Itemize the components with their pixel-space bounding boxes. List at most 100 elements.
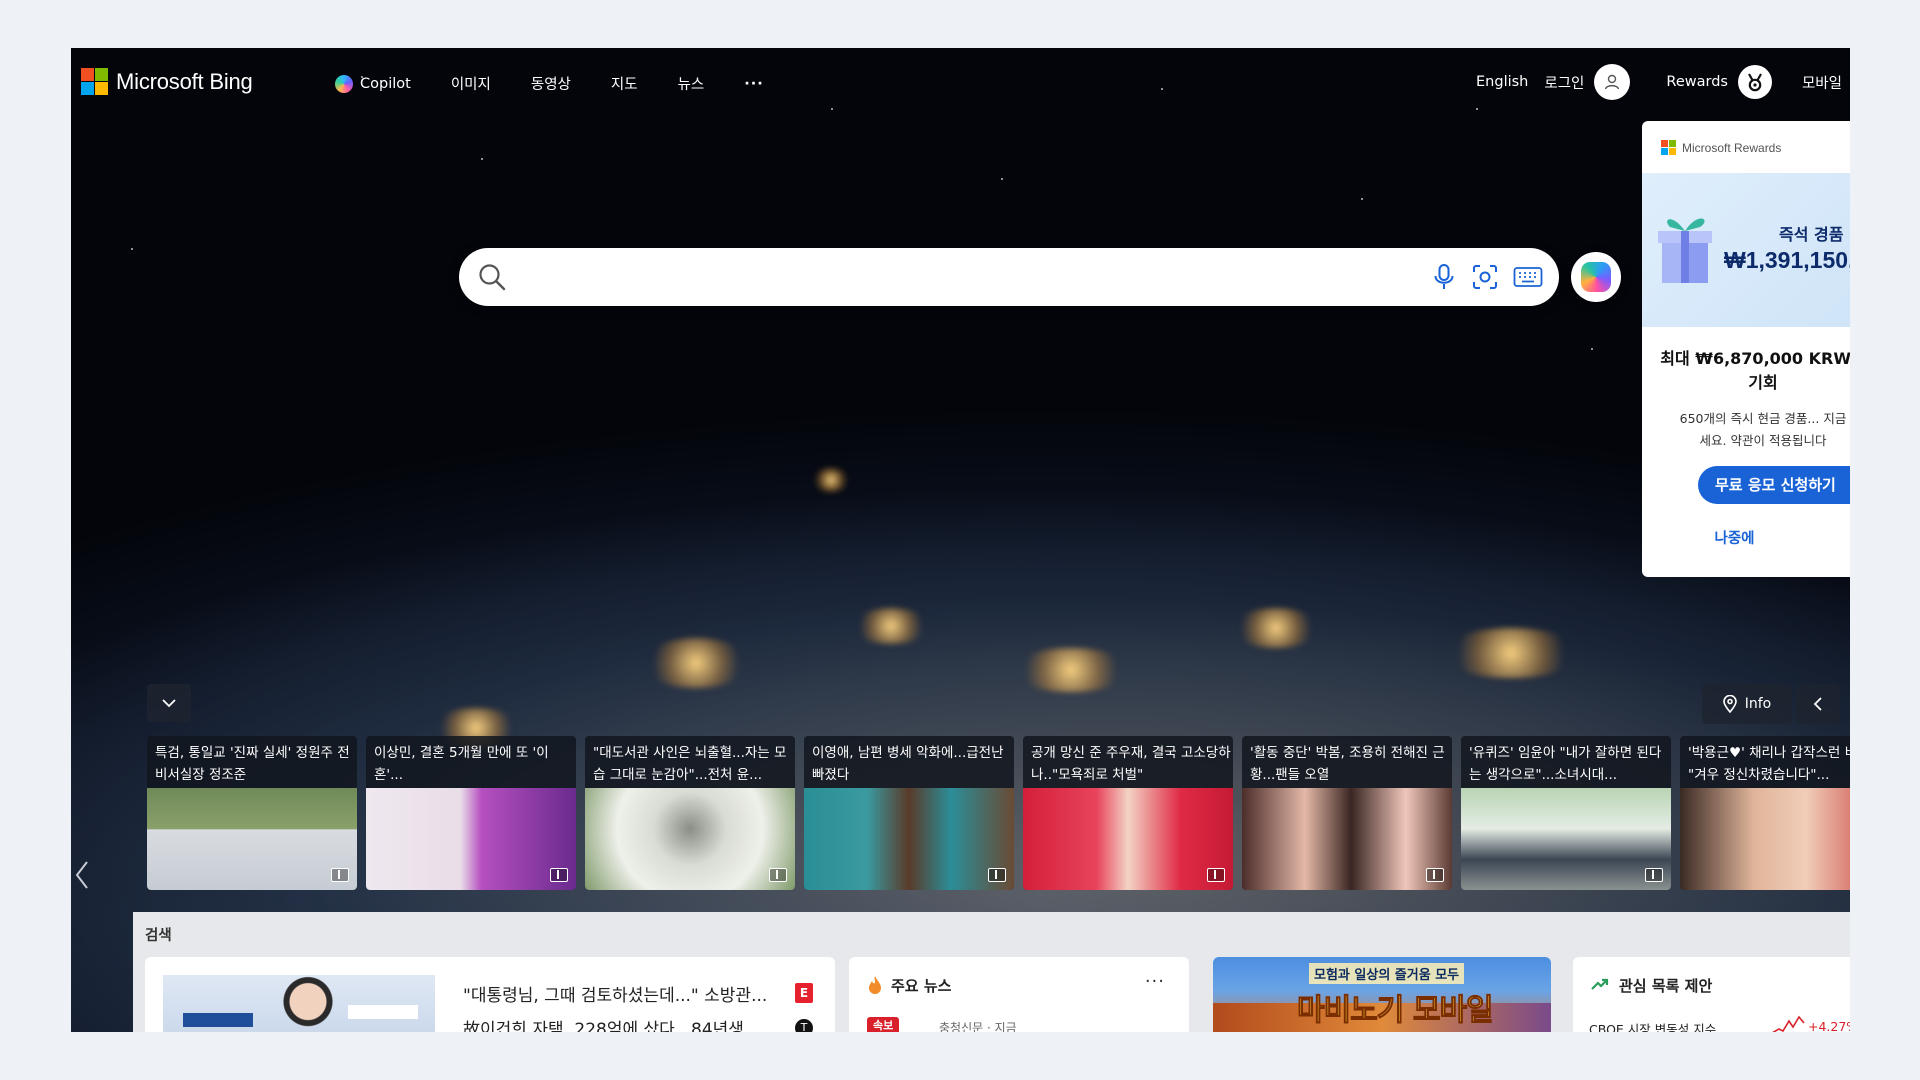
more-menu-button[interactable]: ··· [744, 76, 764, 92]
city-lights [1011, 648, 1131, 692]
news-card[interactable]: "대도서관 사인은 뇌출혈...자는 모습 그대로 눈감아"...전처 윤... [585, 736, 795, 890]
rewards-desc-line: 650개의 즉시 현금 경품... 지금 [1679, 411, 1847, 426]
later-link[interactable]: 나중에 [1642, 527, 1827, 548]
breaking-badge: 속보 [867, 1017, 900, 1032]
enter-free-button[interactable]: 무료 응모 신청하기 [1698, 466, 1850, 504]
copilot-button[interactable] [1571, 252, 1621, 302]
location-pin-icon [1722, 695, 1737, 713]
star-decoration [481, 158, 483, 160]
rewards-button[interactable]: Rewards [1666, 65, 1772, 99]
chevron-left-icon [75, 861, 88, 889]
user-avatar-icon [1594, 64, 1631, 100]
mobile-link[interactable]: 모바일 [1802, 72, 1842, 93]
search-tools [1431, 263, 1543, 295]
instant-prize-label: 즉석 경품 [1779, 225, 1844, 244]
search-icon[interactable] [477, 262, 507, 296]
nav-label: 뉴스 [677, 77, 705, 93]
nav-copilot[interactable]: Copilot [335, 74, 411, 93]
reader-icon [988, 868, 1006, 882]
sparkline-icon [1772, 1015, 1805, 1032]
search-box [459, 248, 1559, 306]
watchlist-card[interactable]: 관심 목록 제안 CBOE 시장 변동성 지수 +4.27% [1573, 957, 1850, 1032]
visual-search-icon[interactable] [1471, 263, 1499, 295]
reader-icon [1426, 868, 1444, 882]
headline-card[interactable]: "대통령님, 그때 검토하셨는데..." 소방관... 故이건희 자택, 228… [145, 957, 835, 1032]
rewards-medal-icon [1737, 65, 1772, 99]
feed-section-label: 검색 [145, 928, 172, 944]
city-lights [641, 638, 751, 688]
news-card[interactable]: '박용근♥' 채리나 갑작스런 비보 "겨우 정신차렸습니다"... [1680, 736, 1850, 890]
collapse-news-button[interactable] [147, 684, 191, 722]
news-card[interactable]: 이상민, 결혼 5개월 만에 또 '이혼'... [366, 736, 576, 890]
rewards-title: 최대 ₩6,870,000 KRW의 기회 [1658, 347, 1850, 395]
mobile-label: 모바일 [1801, 75, 1842, 92]
content-feed: 검색 "대통령님, 그때 검토하셨는데..." 소방관... 故이건희 자택, … [133, 912, 1850, 1032]
search-input[interactable] [523, 260, 1343, 294]
headline-link[interactable]: 故이건희 자택, 228억에 샀다...84년생... [463, 1015, 760, 1032]
ad-tagline: 모험과 일상의 즐거움 모두 [1309, 963, 1465, 984]
nav-label: 지도 [610, 77, 638, 93]
more-label: ··· [744, 75, 764, 92]
star-decoration [131, 248, 133, 250]
nav-maps[interactable]: 지도 [611, 73, 638, 94]
source-badge: E [795, 983, 813, 1003]
headline-link[interactable]: "대통령님, 그때 검토하셨는데..." 소방관... [463, 981, 767, 1006]
previous-image-button[interactable] [1796, 684, 1840, 724]
info-label: Info [1744, 696, 1772, 712]
signin-button[interactable]: 로그인 [1544, 64, 1631, 100]
headline-thumbnail [163, 975, 435, 1032]
chevron-down-icon [162, 699, 176, 708]
microsoft-logo-icon [1661, 140, 1676, 155]
rewards-description: 650개의 즉시 현금 경품... 지금 세요. 약관이 적용됩니다 [1658, 408, 1850, 452]
news-title: 특검, 통일교 '진짜 실세' 정원주 전 비서실장 정조준 [155, 745, 350, 783]
ad-banner[interactable]: 모험과 일상의 즐거움 모두 마비노기 모바일 [1213, 957, 1551, 1032]
more-options-button[interactable]: ··· [1145, 971, 1165, 992]
reader-icon [1207, 868, 1225, 882]
fire-icon [869, 976, 881, 994]
news-card[interactable]: 이영애, 남편 병세 악화에...급전난 빠졌다 [804, 736, 1014, 890]
nav-images[interactable]: 이미지 [451, 73, 491, 94]
rewards-brand: Microsoft Rewards [1661, 140, 1781, 155]
top-news-card: 주요 뉴스 ··· 속보 충청신문 · 지금 [849, 957, 1189, 1032]
city-lights [851, 608, 931, 644]
image-info-button[interactable]: Info [1702, 684, 1792, 724]
city-lights [1231, 608, 1321, 648]
star-decoration [1591, 348, 1593, 350]
news-thumbnail [147, 788, 357, 890]
news-card[interactable]: 특검, 통일교 '진짜 실세' 정원주 전 비서실장 정조준 [147, 736, 357, 890]
prize-amount: ₩1,391,150, [1724, 247, 1850, 273]
star-decoration [1361, 198, 1363, 200]
source-badge: T [795, 1019, 813, 1032]
signin-label: 로그인 [1544, 75, 1585, 92]
rewards-label: Rewards [1666, 74, 1728, 90]
news-thumbnail [585, 788, 795, 890]
keyboard-icon[interactable] [1513, 266, 1543, 292]
news-card[interactable]: '유퀴즈' 임윤아 "내가 잘하면 된다는 생각으로"...소녀시대... [1461, 736, 1671, 890]
news-thumbnail [366, 788, 576, 890]
reader-icon [331, 868, 349, 882]
nav-videos[interactable]: 동영상 [531, 73, 571, 94]
rewards-banner: 즉석 경품 ₩1,391,150, [1642, 173, 1850, 327]
city-lights [1441, 628, 1581, 678]
news-card[interactable]: 공개 망신 준 주우재, 결국 고소당하나.."모욕죄로 처벌" [1023, 736, 1233, 890]
gift-box-icon [1658, 218, 1712, 283]
top-news-title: 주요 뉴스 [891, 977, 952, 995]
rewards-desc-line: 세요. 약관이 적용됩니다 [1699, 433, 1827, 448]
reader-icon [1645, 868, 1663, 882]
bing-logo[interactable]: Microsoft Bing [81, 68, 253, 95]
nav-label: 이미지 [450, 77, 491, 93]
scroll-left-button[interactable] [71, 860, 93, 890]
news-title: 이상민, 결혼 5개월 만에 또 '이혼'... [374, 745, 549, 783]
ticker-change: +4.27% [1808, 1019, 1850, 1032]
news-source: 충청신문 · 지금 [939, 1021, 1017, 1032]
microphone-icon[interactable] [1431, 263, 1457, 295]
news-thumbnail [1242, 788, 1452, 890]
trending-up-icon [1591, 978, 1609, 990]
nav-news[interactable]: 뉴스 [678, 73, 705, 94]
english-link[interactable]: English [1476, 74, 1528, 90]
browser-viewport: Microsoft Bing Copilot 이미지 동영상 지도 뉴스 ··· [71, 48, 1850, 1032]
chevron-left-icon [1813, 697, 1822, 711]
news-title: '박용근♥' 채리나 갑작스런 비보 "겨우 정신차렸습니다"... [1688, 745, 1850, 783]
news-card[interactable]: '활동 중단' 박봄, 조용히 전해진 근황...팬들 오열 [1242, 736, 1452, 890]
star-decoration [1001, 178, 1003, 180]
